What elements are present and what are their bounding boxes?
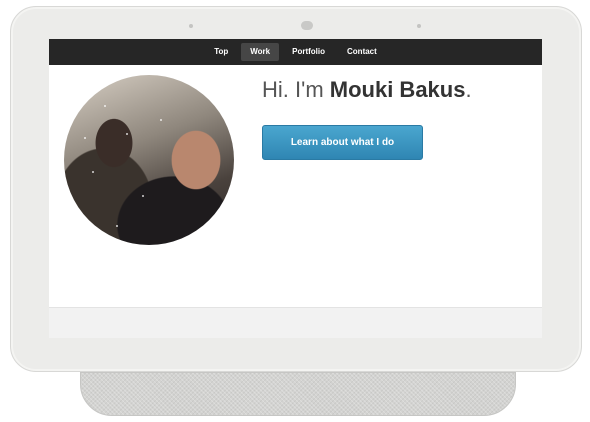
top-navbar: Top Work Portfolio Contact xyxy=(49,39,542,65)
device-screen: Top Work Portfolio Contact Hi. I'm Mouki… xyxy=(49,39,542,338)
nav-item-portfolio[interactable]: Portfolio xyxy=(283,43,334,61)
nav-item-top[interactable]: Top xyxy=(205,43,237,61)
hero-headline: Hi. I'm Mouki Bakus. xyxy=(262,77,472,103)
nav-item-contact[interactable]: Contact xyxy=(338,43,386,61)
hero-greeting: Hi. I'm xyxy=(262,77,330,102)
speaker-base xyxy=(80,372,516,416)
footer-band xyxy=(49,307,542,338)
hero-name: Mouki Bakus xyxy=(329,77,466,102)
profile-avatar xyxy=(64,75,234,245)
nav-item-work[interactable]: Work xyxy=(241,43,280,61)
microphone-dot-icon xyxy=(417,24,421,28)
learn-more-button[interactable]: Learn about what I do xyxy=(262,125,423,160)
hero-punctuation: . xyxy=(465,77,472,102)
camera-icon xyxy=(301,21,313,30)
microphone-dot-icon xyxy=(189,24,193,28)
